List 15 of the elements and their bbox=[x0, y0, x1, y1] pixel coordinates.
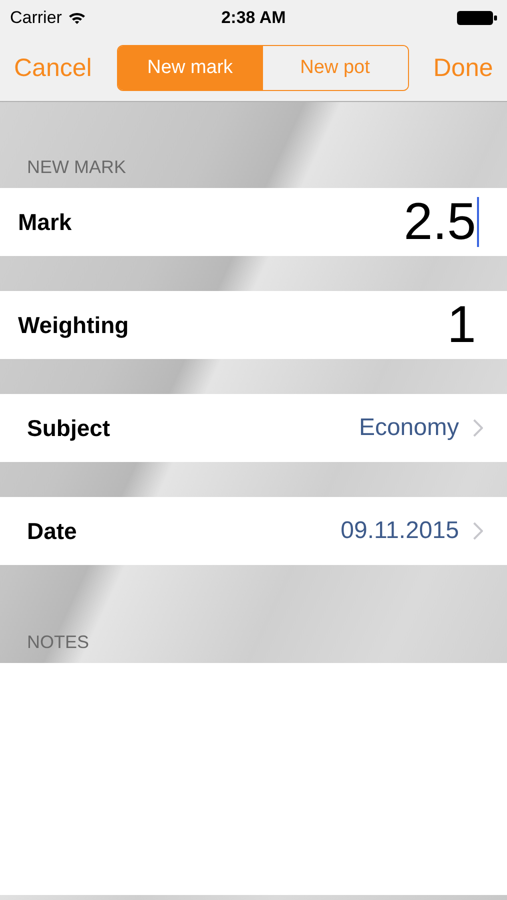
clock-time: 2:38 AM bbox=[221, 8, 286, 28]
chevron-icon bbox=[473, 522, 483, 540]
section-header: NEW MARK bbox=[26, 156, 127, 179]
value-field[interactable]: 2.5 bbox=[404, 192, 476, 252]
picker-row[interactable]: Date 09.11.2015 bbox=[0, 497, 507, 565]
battery-icon bbox=[457, 10, 497, 24]
wifi-icon bbox=[68, 10, 86, 24]
carrier-label: Carrier bbox=[10, 8, 62, 28]
section-header: NOTES bbox=[26, 631, 90, 654]
notes-field[interactable] bbox=[0, 663, 507, 895]
field-label: Mark bbox=[18, 208, 72, 236]
picker-row[interactable]: Subject Economy bbox=[0, 394, 507, 462]
field-label: Weighting bbox=[18, 312, 129, 338]
chevron-icon bbox=[473, 419, 483, 437]
value-field[interactable]: 1 bbox=[447, 295, 476, 355]
